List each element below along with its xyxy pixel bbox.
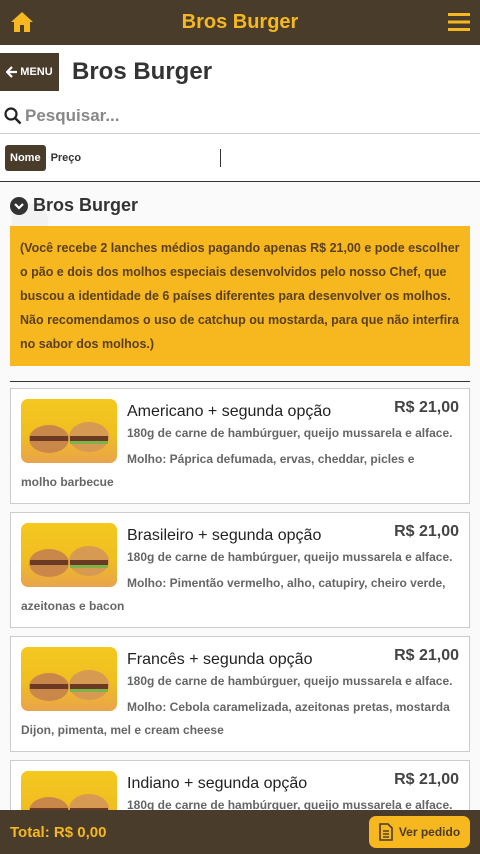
cart-footer: Total: R$ 0,00 Ver pedido	[0, 810, 480, 854]
divider	[10, 381, 470, 382]
menu-button-label: MENU	[20, 66, 53, 78]
view-order-button[interactable]: Ver pedido	[369, 816, 470, 848]
sort-by-name-button[interactable]: Nome	[5, 145, 46, 171]
document-icon	[379, 823, 393, 841]
page-title: Bros Burger	[72, 58, 213, 85]
search-icon	[4, 107, 22, 125]
page-header: MENU Bros Burger	[0, 53, 480, 91]
product-name: Americano + segunda opção	[127, 403, 332, 420]
divider	[0, 133, 480, 134]
menu-button[interactable]: MENU	[0, 53, 59, 91]
product-name: Francês + segunda opção	[127, 651, 313, 668]
product-card[interactable]: Americano + segunda opção R$ 21,00 180g …	[10, 388, 470, 504]
app-title: Bros Burger	[181, 11, 299, 33]
hamburger-menu-icon[interactable]	[448, 12, 470, 32]
sort-by-price-button[interactable]: Preço	[51, 152, 82, 164]
product-sauce: Molho: Pimentão vermelho, alho, catupiry…	[21, 576, 446, 613]
product-price: R$ 21,00	[394, 523, 459, 540]
top-bar: Bros Burger	[0, 0, 480, 45]
cart-total: Total: R$ 0,00	[10, 823, 107, 841]
product-description: 180g de carne de hambúrguer, queijo muss…	[127, 426, 453, 440]
product-price: R$ 21,00	[394, 399, 459, 416]
product-description: 180g de carne de hambúrguer, queijo muss…	[127, 550, 453, 564]
sort-separator	[220, 149, 221, 167]
product-name: Brasileiro + segunda opção	[127, 527, 322, 544]
product-description: 180g de carne de hambúrguer, queijo muss…	[127, 674, 453, 688]
product-sauce: Molho: Cebola caramelizada, azeitonas pr…	[21, 700, 450, 737]
home-icon[interactable]	[10, 10, 34, 34]
product-sauce: Molho: Páprica defumada, ervas, cheddar,…	[21, 452, 415, 489]
product-price: R$ 21,00	[394, 771, 459, 788]
sort-options: Nome Preço	[5, 145, 81, 171]
view-order-label: Ver pedido	[398, 825, 461, 839]
arrow-left-icon	[6, 66, 18, 78]
product-price: R$ 21,00	[394, 647, 459, 664]
chevron-down-icon	[10, 196, 28, 215]
category-description: (Você recebe 2 lanches médios pagando ap…	[10, 226, 470, 366]
category-header[interactable]: Bros Burger	[10, 195, 138, 216]
search-bar	[4, 102, 474, 130]
product-name: Indiano + segunda opção	[127, 775, 308, 792]
product-card[interactable]: Francês + segunda opção R$ 21,00 180g de…	[10, 636, 470, 752]
search-input[interactable]	[25, 106, 445, 126]
category-title: Bros Burger	[33, 195, 139, 215]
product-card[interactable]: Brasileiro + segunda opção R$ 21,00 180g…	[10, 512, 470, 628]
